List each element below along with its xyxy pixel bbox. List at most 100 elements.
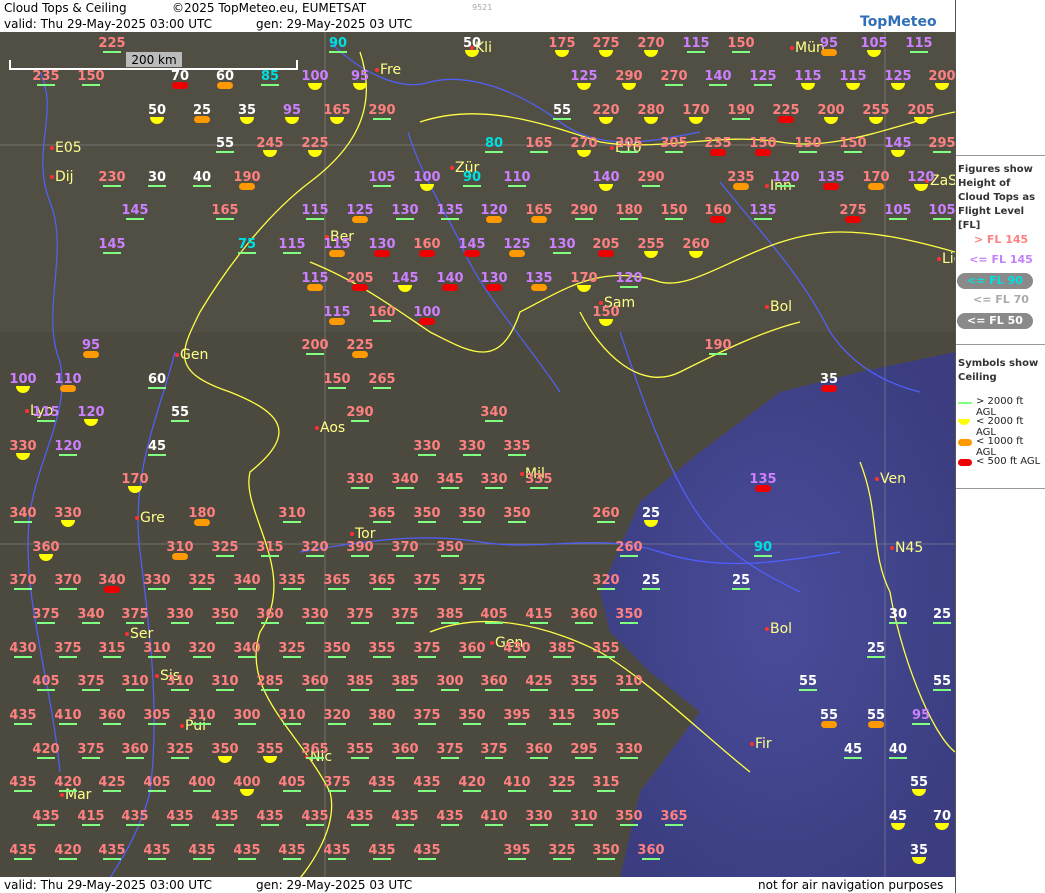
station-point[interactable]: 330 [458,439,486,456]
station-point[interactable]: 360 [98,708,126,725]
station-point[interactable]: 330 [480,472,508,489]
station-point[interactable]: 430 [9,641,37,658]
station-point[interactable]: 330 [166,607,194,624]
station-point[interactable]: 160 [368,305,396,322]
station-point[interactable]: 135 [436,203,464,220]
station-point[interactable]: 125 [749,69,777,86]
station-point[interactable]: 425 [98,775,126,792]
station-point[interactable]: 325 [278,641,306,658]
station-point[interactable]: 435 [391,809,419,826]
station-point[interactable]: 405 [278,775,306,792]
station-point[interactable]: 375 [391,607,419,624]
station-point[interactable]: 435 [98,843,126,860]
station-point[interactable]: 420 [54,843,82,860]
station-point[interactable]: 135 [749,203,777,220]
station-point[interactable]: 415 [77,809,105,826]
station-point[interactable]: 330 [143,573,171,590]
station-point[interactable]: 435 [9,775,37,792]
station-point[interactable]: 25 [933,607,951,624]
station-point[interactable]: 145 [98,237,126,254]
station-point[interactable]: 55 [820,708,838,728]
station-point[interactable]: 315 [548,708,576,725]
station-point[interactable]: 385 [436,607,464,624]
station-point[interactable]: 120 [54,439,82,456]
station-point[interactable]: 150 [660,203,688,220]
station-point[interactable]: 115 [32,405,60,422]
station-point[interactable]: 40 [889,742,907,759]
station-point[interactable]: 350 [615,607,643,624]
station-point[interactable]: 435 [323,843,351,860]
station-point[interactable]: 375 [413,573,441,590]
station-point[interactable]: 435 [346,809,374,826]
station-point[interactable]: 360 [637,843,665,860]
station-point[interactable]: 130 [548,237,576,254]
station-point[interactable]: 435 [368,775,396,792]
station-point[interactable]: 435 [121,809,149,826]
station-point[interactable]: 325 [211,540,239,557]
station-point[interactable]: 310 [188,708,216,725]
station-point[interactable]: 150 [323,372,351,389]
station-point[interactable]: 405 [480,607,508,624]
station-point[interactable]: 375 [54,641,82,658]
station-point[interactable]: 105 [928,203,955,220]
station-point[interactable]: 140 [704,69,732,86]
station-point[interactable]: 200 [301,338,329,355]
station-point[interactable]: 435 [143,843,171,860]
station-point[interactable]: 435 [278,843,306,860]
station-point[interactable]: 115 [278,237,306,254]
station-point[interactable]: 270 [660,69,688,86]
station-point[interactable]: 190 [727,103,755,120]
station-point[interactable]: 190 [704,338,732,355]
station-point[interactable]: 315 [98,641,126,658]
station-point[interactable]: 435 [301,809,329,826]
station-point[interactable]: 375 [413,641,441,658]
station-point[interactable]: 330 [525,809,553,826]
station-point[interactable]: 400 [188,775,216,792]
station-point[interactable]: 340 [391,472,419,489]
station-point[interactable]: 295 [570,742,598,759]
station-point[interactable]: 425 [525,674,553,691]
station-point[interactable]: 375 [323,775,351,792]
station-point[interactable]: 365 [368,573,396,590]
station-point[interactable]: 95 [82,338,100,358]
station-point[interactable]: 435 [368,843,396,860]
station-point[interactable]: 150 [77,69,105,86]
station-point[interactable]: 295 [928,136,955,153]
station-point[interactable]: 260 [592,506,620,523]
station-point[interactable]: 375 [413,708,441,725]
station-point[interactable]: 375 [77,742,105,759]
station-point[interactable]: 350 [615,809,643,826]
station-point[interactable]: 435 [211,809,239,826]
station-point[interactable]: 395 [503,843,531,860]
station-point[interactable]: 350 [413,506,441,523]
station-point[interactable]: 115 [301,203,329,220]
station-point[interactable]: 55 [933,674,951,691]
station-point[interactable]: 330 [615,742,643,759]
station-point[interactable]: 350 [503,506,531,523]
station-point[interactable]: 420 [458,775,486,792]
station-point[interactable]: 385 [391,674,419,691]
station-point[interactable]: 365 [301,742,329,759]
station-point[interactable]: 305 [592,708,620,725]
station-point[interactable]: 435 [413,843,441,860]
station-point[interactable]: 145 [121,203,149,220]
station-point[interactable]: 70 [171,69,189,89]
station-point[interactable]: 405 [143,775,171,792]
station-point[interactable]: 335 [525,472,553,489]
station-point[interactable]: 75 [238,237,256,254]
station-point[interactable]: 310 [166,674,194,691]
station-point[interactable]: 290 [346,405,374,422]
station-point[interactable]: 325 [166,742,194,759]
station-point[interactable]: 310 [615,674,643,691]
station-point[interactable]: 325 [548,843,576,860]
station-point[interactable]: 25 [193,103,211,123]
station-point[interactable]: 115 [905,36,933,53]
station-point[interactable]: 340 [77,607,105,624]
station-point[interactable]: 345 [436,472,464,489]
station-point[interactable]: 435 [188,843,216,860]
station-point[interactable]: 340 [9,506,37,523]
station-point[interactable]: 315 [592,775,620,792]
station-point[interactable]: 90 [754,540,772,557]
station-point[interactable]: 25 [732,573,750,590]
station-point[interactable]: 305 [615,136,643,153]
